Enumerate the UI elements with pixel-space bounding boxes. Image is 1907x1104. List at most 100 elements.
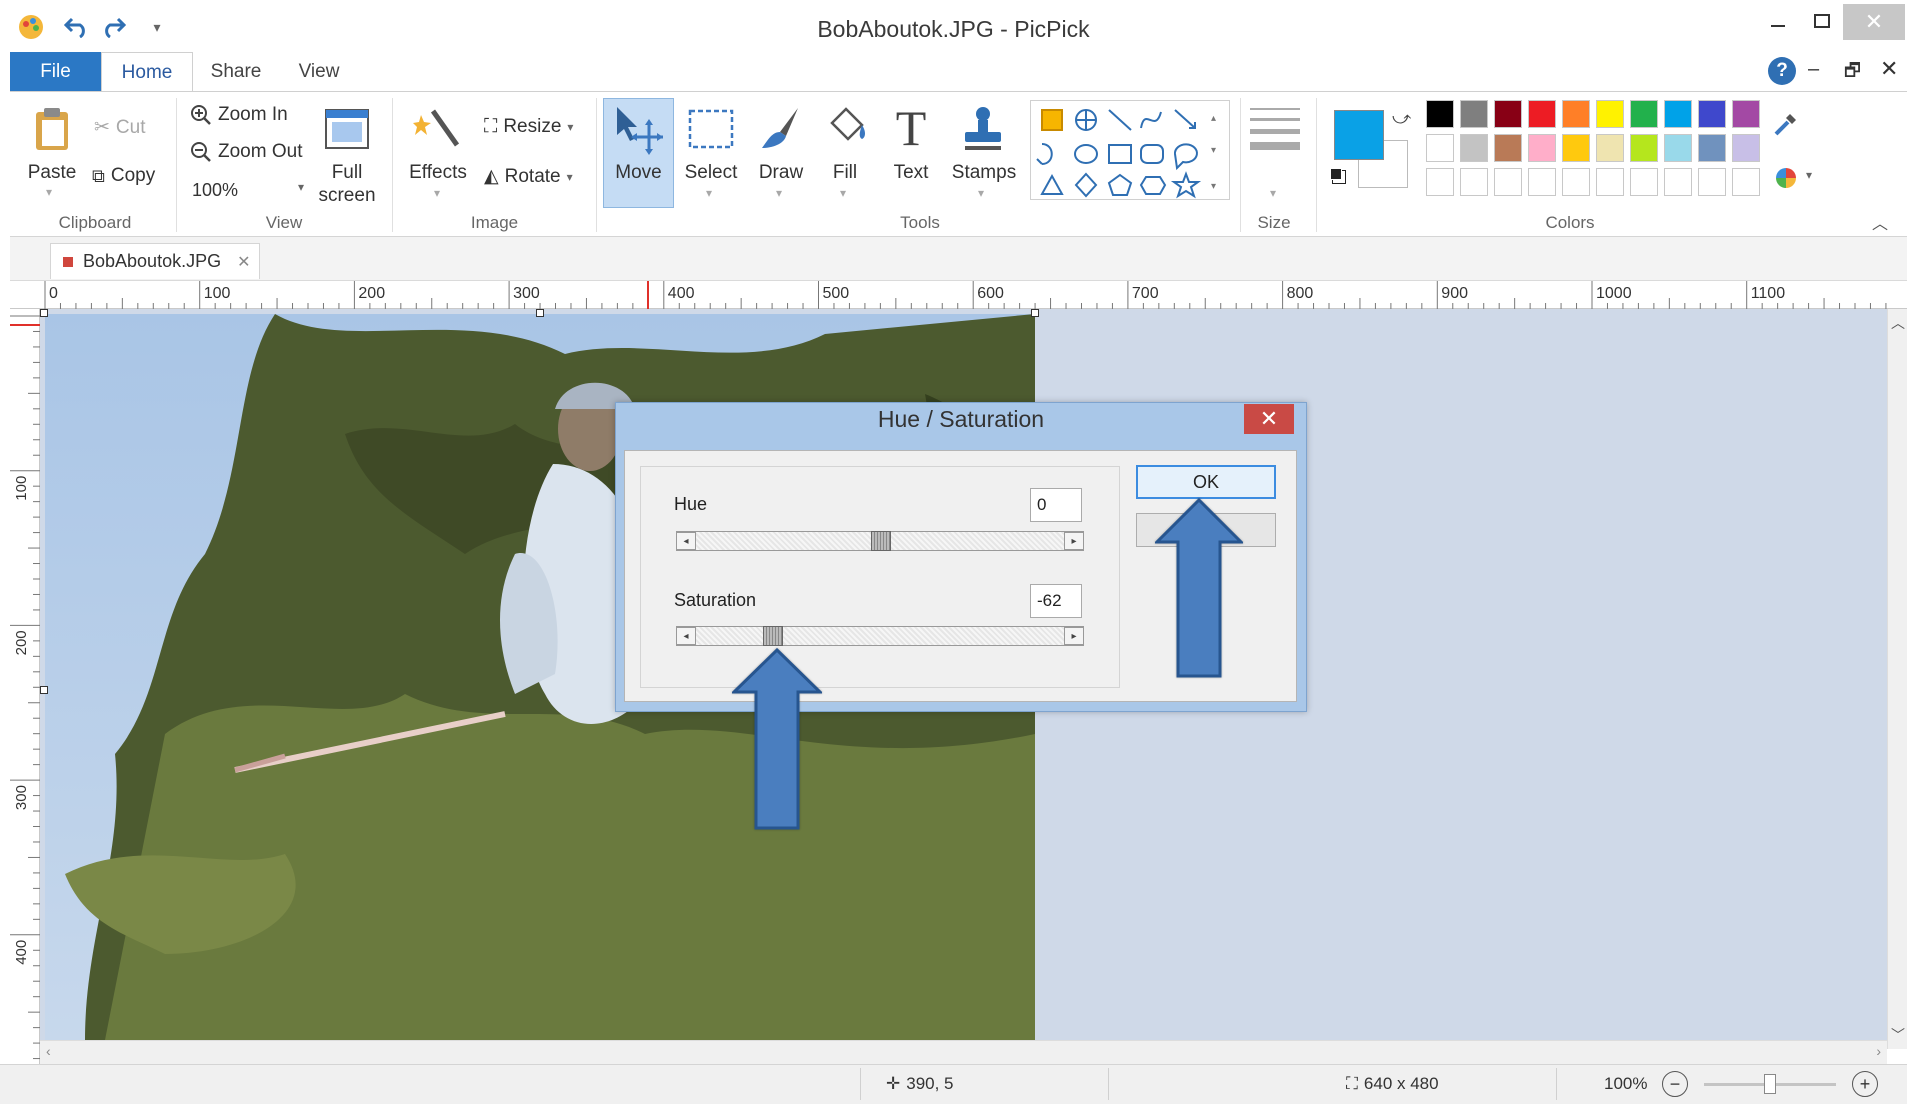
collapse-ribbon-icon[interactable]: ︿: [1872, 210, 1888, 234]
line-size-selector[interactable]: [1248, 104, 1304, 164]
customize-quick-access-icon[interactable]: ▾: [140, 10, 174, 44]
palette-color-swatch[interactable]: [1698, 134, 1726, 162]
zoom-slider[interactable]: [1704, 1074, 1836, 1094]
app-icon[interactable]: [14, 10, 48, 44]
ribbon-close-button[interactable]: ✕: [1880, 56, 1898, 82]
resize-button[interactable]: ⛶ Resize ▾: [484, 116, 573, 138]
resize-handle-top[interactable]: [536, 309, 544, 317]
eyedropper-icon[interactable]: [1770, 108, 1802, 140]
palette-color-swatch[interactable]: [1732, 168, 1760, 196]
fill-tool-button[interactable]: Fill: [818, 162, 872, 184]
tab-home[interactable]: Home: [101, 52, 193, 92]
palette-color-swatch[interactable]: [1664, 168, 1692, 196]
paste-dropdown-icon[interactable]: ▾: [46, 185, 52, 199]
full-screen-button[interactable]: Full: [316, 162, 378, 184]
color-wheel-icon[interactable]: [1770, 164, 1802, 192]
scroll-left-icon[interactable]: ‹: [46, 1043, 51, 1059]
window-close-button[interactable]: ✕: [1843, 4, 1905, 40]
palette-color-swatch[interactable]: [1460, 168, 1488, 196]
shapes-gallery-icons[interactable]: ▴ ▾ ▾: [1031, 101, 1231, 201]
ribbon-restore-button[interactable]: 🗗: [1844, 58, 1861, 88]
default-colors-icon[interactable]: [1330, 168, 1342, 180]
dialog-close-button[interactable]: ✕: [1244, 404, 1294, 434]
hue-slider[interactable]: ◂ ▸: [676, 531, 1084, 551]
palette-color-swatch[interactable]: [1562, 134, 1590, 162]
palette-color-swatch[interactable]: [1732, 100, 1760, 128]
saturation-increase-icon[interactable]: ▸: [1064, 627, 1084, 645]
palette-color-swatch[interactable]: [1596, 168, 1624, 196]
tab-file[interactable]: File: [10, 52, 101, 92]
full-screen-icon[interactable]: [322, 104, 372, 154]
palette-color-swatch[interactable]: [1698, 100, 1726, 128]
scroll-down-icon[interactable]: ﹀: [1891, 1025, 1905, 1045]
zoom-level-select[interactable]: 100% ▾: [192, 180, 304, 206]
paste-button[interactable]: Paste: [24, 162, 80, 184]
rotate-button[interactable]: ◭ Rotate ▾: [484, 165, 573, 188]
saturation-slider-thumb[interactable]: [763, 626, 784, 646]
stamps-dropdown-icon[interactable]: ▾: [978, 186, 984, 200]
copy-button[interactable]: ⧉ Copy: [92, 165, 155, 187]
palette-color-swatch[interactable]: [1426, 134, 1454, 162]
select-tool-button[interactable]: Select: [682, 162, 740, 184]
select-icon[interactable]: [686, 104, 736, 154]
palette-color-swatch[interactable]: [1494, 134, 1522, 162]
palette-color-swatch[interactable]: [1630, 100, 1658, 128]
horizontal-scrollbar[interactable]: ‹ ›: [40, 1040, 1887, 1064]
scroll-right-icon[interactable]: ›: [1876, 1043, 1881, 1059]
palette-color-swatch[interactable]: [1596, 134, 1624, 162]
zoom-in-status-icon[interactable]: +: [1852, 1071, 1878, 1097]
palette-color-swatch[interactable]: [1528, 100, 1556, 128]
ok-button[interactable]: OK: [1136, 465, 1276, 499]
palette-color-swatch[interactable]: [1732, 134, 1760, 162]
palette-color-swatch[interactable]: [1460, 134, 1488, 162]
palette-color-swatch[interactable]: [1426, 100, 1454, 128]
help-icon[interactable]: ?: [1768, 57, 1796, 85]
fill-bucket-icon[interactable]: [820, 104, 870, 154]
primary-color-swatch[interactable]: [1334, 110, 1384, 160]
tab-share[interactable]: Share: [200, 52, 272, 92]
text-icon[interactable]: T: [886, 100, 936, 156]
effects-dropdown-icon[interactable]: ▾: [434, 186, 440, 200]
hue-input[interactable]: [1030, 488, 1082, 522]
zoom-out-button[interactable]: Zoom Out: [190, 141, 302, 163]
palette-color-swatch[interactable]: [1494, 168, 1522, 196]
resize-handle-top-right[interactable]: [1031, 309, 1039, 317]
palette-color-swatch[interactable]: [1664, 134, 1692, 162]
palette-color-swatch[interactable]: [1528, 134, 1556, 162]
palette-color-swatch[interactable]: [1664, 100, 1692, 128]
palette-color-swatch[interactable]: [1528, 168, 1556, 196]
close-tab-icon[interactable]: ✕: [237, 252, 250, 272]
move-icon[interactable]: [612, 104, 664, 156]
effects-button[interactable]: Effects: [404, 162, 472, 184]
resize-handle-left[interactable]: [40, 686, 48, 694]
stamps-tool-button[interactable]: Stamps: [948, 162, 1020, 184]
palette-color-swatch[interactable]: [1698, 168, 1726, 196]
draw-dropdown-icon[interactable]: ▾: [776, 186, 782, 200]
undo-icon[interactable]: [60, 10, 94, 44]
resize-handle-top-left[interactable]: [40, 309, 48, 317]
cut-button[interactable]: ✂ Cut: [94, 116, 146, 139]
palette-color-swatch[interactable]: [1630, 168, 1658, 196]
vertical-scrollbar[interactable]: ︿ ﹀: [1887, 309, 1907, 1049]
redo-icon[interactable]: [96, 10, 130, 44]
saturation-input[interactable]: [1030, 584, 1082, 618]
palette-color-swatch[interactable]: [1426, 168, 1454, 196]
zoom-out-status-icon[interactable]: −: [1662, 1071, 1688, 1097]
palette-color-swatch[interactable]: [1562, 168, 1590, 196]
ribbon-minimize-button[interactable]: –: [1808, 58, 1819, 81]
select-dropdown-icon[interactable]: ▾: [706, 186, 712, 200]
hue-decrease-icon[interactable]: ◂: [676, 532, 696, 550]
hue-increase-icon[interactable]: ▸: [1064, 532, 1084, 550]
tab-view[interactable]: View: [288, 52, 350, 92]
fill-dropdown-icon[interactable]: ▾: [840, 186, 846, 200]
paste-icon[interactable]: [30, 104, 74, 154]
document-tab[interactable]: BobAboutok.JPG ✕: [50, 243, 260, 279]
maximize-button[interactable]: [1799, 4, 1845, 40]
stamp-icon[interactable]: [958, 104, 1008, 154]
move-tool-button[interactable]: Move: [603, 162, 674, 184]
text-tool-button[interactable]: Text: [882, 162, 940, 184]
palette-color-swatch[interactable]: [1494, 100, 1522, 128]
saturation-decrease-icon[interactable]: ◂: [676, 627, 696, 645]
minimize-button[interactable]: [1755, 4, 1801, 40]
hue-slider-thumb[interactable]: [871, 531, 891, 551]
